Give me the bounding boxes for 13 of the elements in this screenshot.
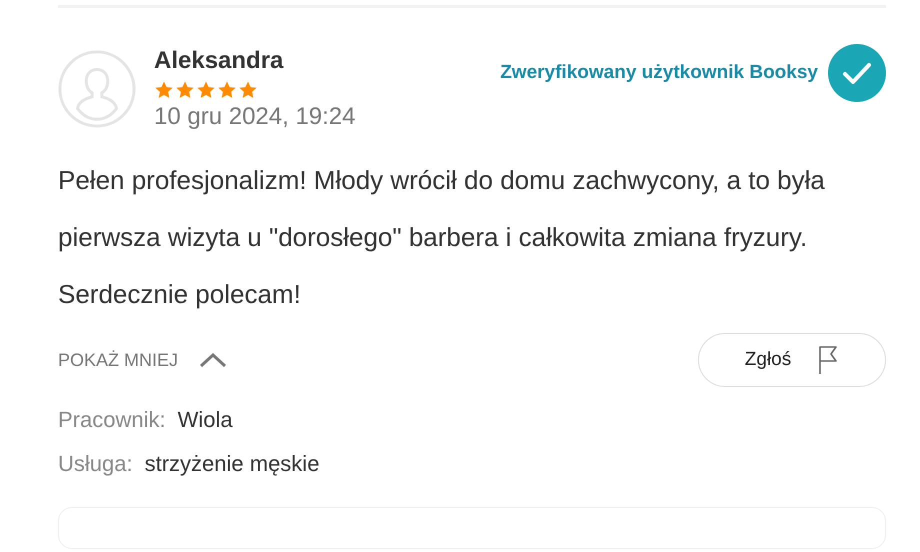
detail-label: Pracownik: [58,407,166,433]
chevron-icon [198,351,228,369]
detail-label: Usługa: [58,451,133,477]
avatar-icon [58,50,136,128]
review-text: Pełen profesjonalizm! Młody wrócił do domu zachwycony, a to była pierwsza wizyta u "dorosłego" barbera i całkowita zmiana fryzury. Serdecznie polecam! [58,164,826,311]
verified-label: Zweryfikowany użytkownik Booksy [500,62,818,84]
reviewer-name: Aleksandra [154,46,284,76]
flag-icon [817,345,840,375]
detail-value: strzyżenie męskie [144,451,320,477]
report-button[interactable]: Zgłoś [698,333,886,387]
show-less-toggle[interactable]: POKAŻ MNIEJ [58,350,228,370]
detail-value: Wiola [178,407,233,433]
review-date: 10 gru 2024, 19:24 [154,102,356,132]
